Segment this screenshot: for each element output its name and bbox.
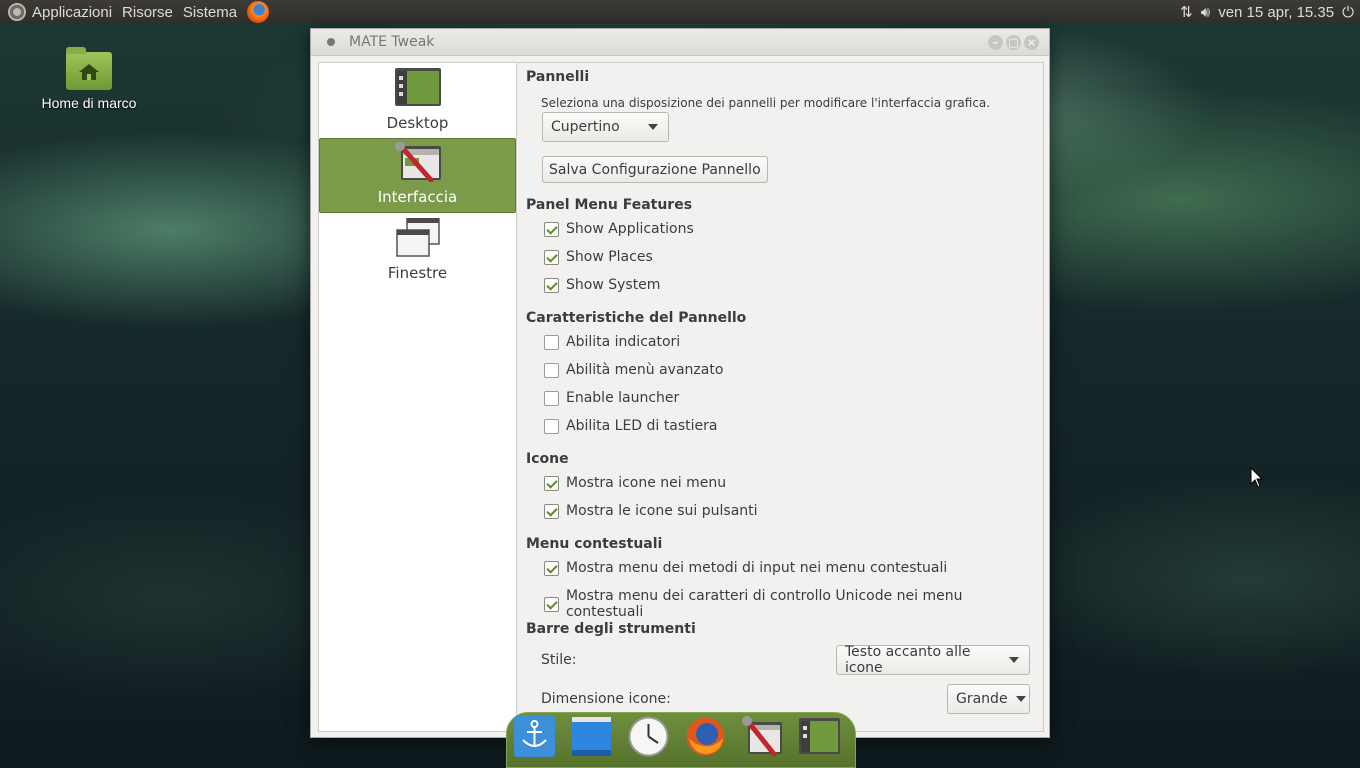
network-icon[interactable]: ⇅ [1180, 3, 1193, 21]
desktop-settings-icon [394, 68, 441, 106]
checkbox-label: Abilita LED di tastiera [566, 418, 718, 434]
sidebar-item-interfaccia[interactable]: Interfaccia [319, 138, 516, 213]
toolbar-style-label: Stile: [541, 652, 577, 668]
top-panel: Applicazioni Risorse Sistema ⇅ 🔊︎ ven 15… [0, 0, 1360, 24]
firefox-icon[interactable] [685, 716, 726, 757]
close-icon[interactable]: × [1024, 34, 1039, 50]
home-folder-label: Home di marco [41, 95, 137, 111]
folder-icon [66, 47, 112, 90]
checkbox-unchecked[interactable] [544, 334, 559, 350]
save-panel-config-button[interactable]: Salva Configurazione Pannello [542, 156, 768, 183]
sidebar-item-label: Interfaccia [377, 188, 458, 206]
checkbox-label: Show System [566, 277, 661, 293]
system-tray: ⇅ 🔊︎ ven 15 apr, 15.35 ⏻ [1180, 3, 1360, 22]
checkbox-label: Mostra menu dei metodi di input nei menu… [566, 560, 948, 576]
checkbox-unchecked[interactable] [544, 362, 559, 378]
section-title-icone: Icone [526, 451, 569, 467]
window-menu-icon[interactable] [327, 38, 335, 46]
icon-size-select[interactable]: Grande [947, 684, 1030, 714]
checkbox-checked[interactable] [544, 503, 559, 519]
checkbox-label: Show Applications [566, 221, 694, 237]
mate-tweak-icon[interactable] [742, 716, 783, 757]
checkbox-checked[interactable] [544, 596, 559, 612]
clock[interactable]: ven 15 apr, 15.35 [1218, 4, 1334, 21]
windows-icon [395, 218, 440, 257]
maximize-icon[interactable]: □ [1006, 34, 1021, 50]
menu-sistema[interactable]: Sistema [183, 4, 237, 21]
clock-icon[interactable] [628, 716, 669, 757]
checkbox-label: Show Places [566, 249, 653, 265]
sidebar-item-label: Finestre [387, 264, 448, 282]
sidebar: Desktop Interfaccia Finestre [318, 62, 517, 732]
sidebar-item-finestre[interactable]: Finestre [319, 213, 516, 288]
chevron-down-icon [1015, 696, 1026, 702]
section-title-panel-menu-features: Panel Menu Features [526, 197, 693, 213]
checkbox-label: Enable launcher [566, 390, 680, 406]
volume-icon[interactable]: 🔊︎ [1201, 4, 1210, 21]
toolbar-style-select[interactable]: Testo accanto alle icone [836, 644, 1030, 676]
checkbox-show-applications[interactable]: Show Applications [544, 221, 694, 237]
checkbox-show-system[interactable]: Show System [544, 277, 660, 293]
window-titlebar[interactable]: MATE Tweak – □ × [311, 29, 1049, 56]
panel-layout-select[interactable]: Cupertino [542, 112, 669, 142]
checkbox-keyboard-led[interactable]: Abilita LED di tastiera [544, 418, 717, 434]
checkbox-unchecked[interactable] [544, 418, 559, 434]
power-icon[interactable]: ⏻ [1342, 4, 1354, 21]
checkbox-icons-on-buttons[interactable]: Mostra le icone sui pulsanti [544, 503, 758, 519]
menu-applicazioni[interactable]: Applicazioni [32, 4, 112, 21]
window-icon[interactable] [571, 716, 612, 757]
checkbox-unicode-control-menu[interactable]: Mostra menu dei caratteri di controllo U… [544, 588, 1043, 620]
checkbox-label: Mostra le icone sui pulsanti [566, 503, 758, 519]
checkbox-icons-in-menus[interactable]: Mostra icone nei menu [544, 475, 726, 491]
sidebar-item-desktop[interactable]: Desktop [319, 63, 516, 138]
checkbox-checked[interactable] [544, 221, 559, 237]
section-title-context-menus: Menu contestuali [526, 536, 663, 552]
checkbox-abilita-indicatori[interactable]: Abilita indicatori [544, 334, 680, 350]
interface-tools-icon [394, 142, 441, 182]
section-title-toolbars: Barre degli strumenti [526, 621, 696, 637]
mate-logo-icon[interactable] [8, 3, 26, 21]
checkbox-label: Mostra icone nei menu [566, 475, 727, 491]
settings-content: Pannelli Seleziona una disposizione dei … [518, 62, 1044, 732]
checkbox-checked[interactable] [544, 560, 559, 576]
checkbox-label: Abilita indicatori [566, 334, 681, 350]
desktop-settings-icon[interactable] [799, 716, 840, 757]
icon-size-value: Grande [956, 691, 1008, 707]
checkbox-menu-avanzato[interactable]: Abilità menù avanzato [544, 362, 723, 378]
window-title: MATE Tweak [349, 34, 435, 50]
minimize-icon[interactable]: – [988, 34, 1003, 50]
checkbox-input-methods-menu[interactable]: Mostra menu dei metodi di input nei menu… [544, 560, 947, 576]
checkbox-checked[interactable] [544, 249, 559, 265]
checkbox-enable-launcher[interactable]: Enable launcher [544, 390, 679, 406]
checkbox-unchecked[interactable] [544, 390, 559, 406]
dock-items [514, 716, 840, 757]
home-folder-desktop-icon[interactable]: Home di marco [34, 47, 144, 112]
checkbox-label: Mostra menu dei caratteri di controllo U… [565, 588, 963, 620]
chevron-down-icon [648, 124, 658, 130]
mate-tweak-window: MATE Tweak – □ × Desktop Interfaccia Fin… [310, 28, 1050, 738]
checkbox-show-places[interactable]: Show Places [544, 249, 653, 265]
mouse-cursor-icon [1250, 467, 1264, 488]
firefox-launcher-icon[interactable] [247, 1, 270, 23]
anchor-icon[interactable] [514, 716, 555, 757]
section-title-panel-features: Caratteristiche del Pannello [526, 310, 747, 326]
checkbox-checked[interactable] [544, 475, 559, 491]
icon-size-label: Dimensione icone: [541, 691, 671, 707]
window-controls: – □ × [988, 34, 1039, 50]
panels-description: Seleziona una disposizione dei pannelli … [541, 96, 991, 110]
menu-risorse[interactable]: Risorse [122, 4, 173, 21]
chevron-down-icon [1009, 657, 1019, 663]
house-icon [79, 64, 99, 80]
checkbox-label: Abilità menù avanzato [566, 362, 724, 378]
section-title-pannelli: Pannelli [526, 69, 590, 85]
panel-layout-value: Cupertino [551, 119, 620, 135]
toolbar-style-value: Testo accanto alle icone [845, 644, 971, 676]
sidebar-item-label: Desktop [386, 114, 449, 132]
checkbox-checked[interactable] [544, 277, 559, 293]
